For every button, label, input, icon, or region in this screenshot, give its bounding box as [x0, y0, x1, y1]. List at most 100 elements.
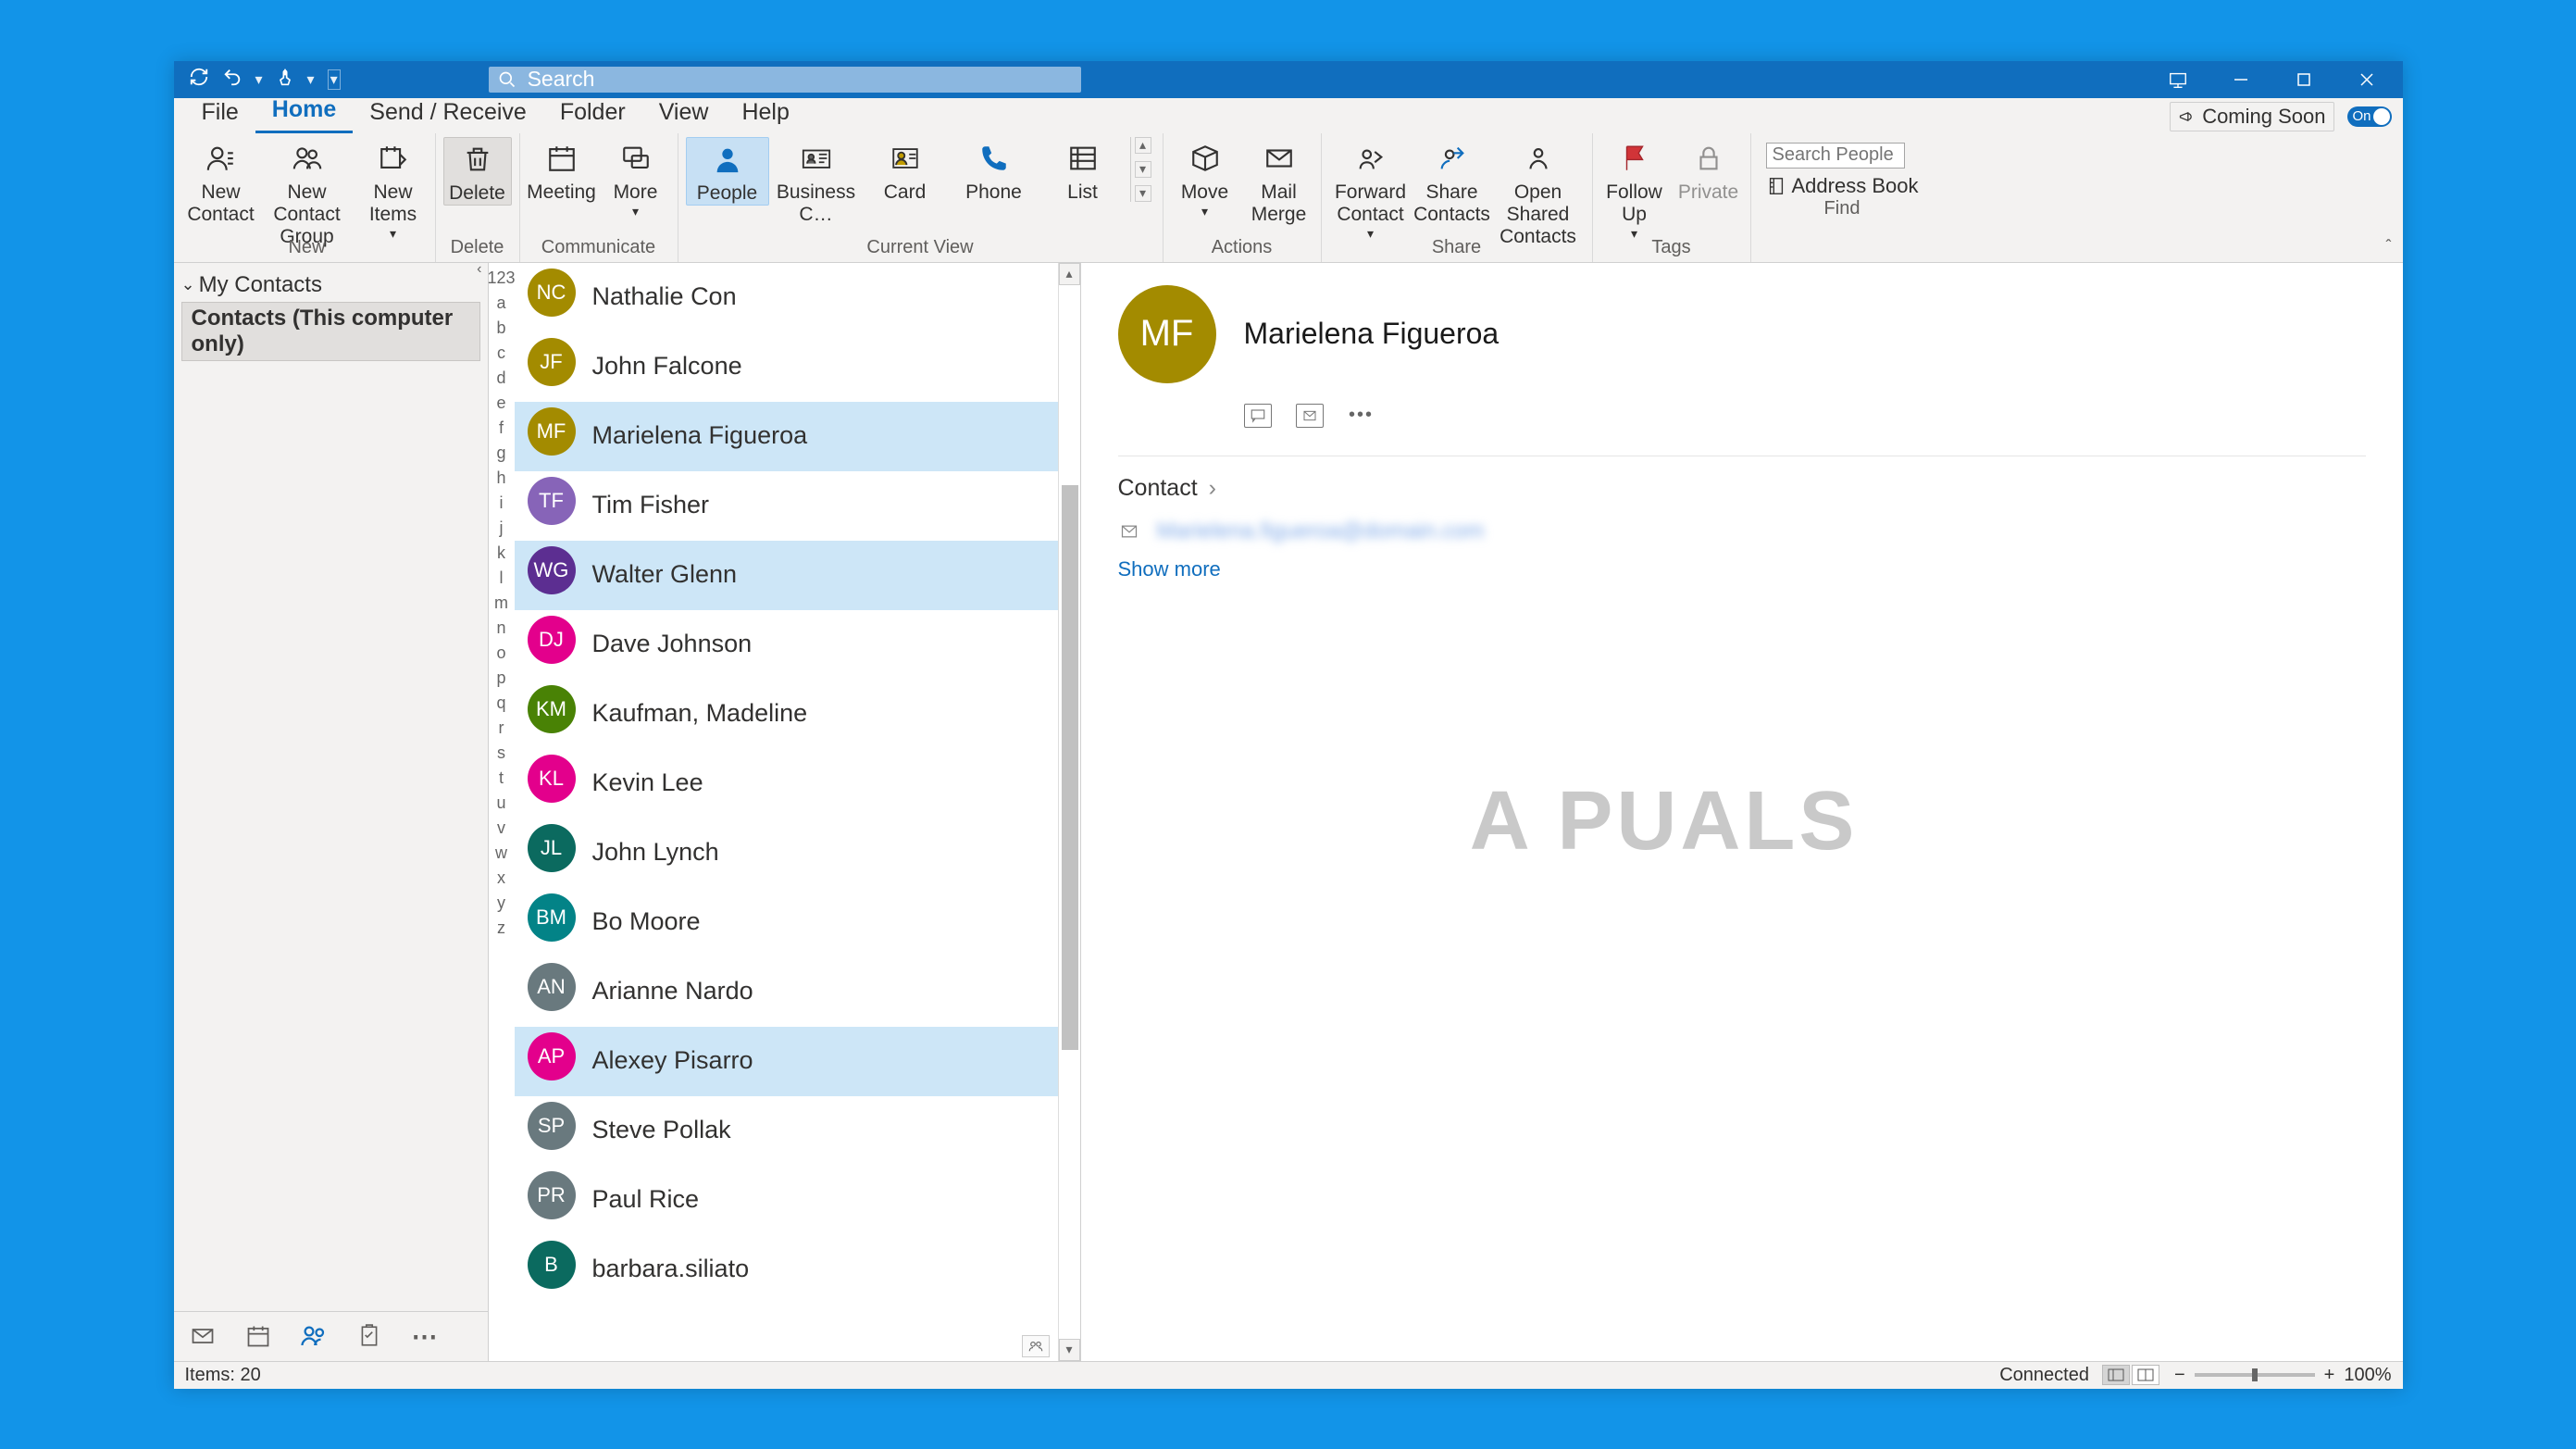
alpha-u[interactable]: u — [496, 793, 505, 813]
share-contacts-button[interactable]: Share Contacts — [1418, 137, 1487, 226]
contact-row[interactable]: MFMarielena Figueroa — [515, 402, 1058, 471]
undo-icon[interactable] — [222, 67, 243, 93]
show-more-link[interactable]: Show more — [1118, 557, 1221, 581]
tab-file[interactable]: File — [185, 94, 255, 133]
contact-section-header[interactable]: Contact › — [1118, 475, 2366, 502]
contact-row[interactable]: KLKevin Lee — [515, 749, 1058, 818]
alpha-123[interactable]: 123 — [487, 269, 515, 288]
alpha-z[interactable]: z — [497, 918, 505, 938]
nav-people-icon[interactable] — [300, 1322, 328, 1350]
view-people-button[interactable]: People — [686, 137, 769, 206]
alpha-r[interactable]: r — [499, 718, 504, 738]
contact-row[interactable]: TFTim Fisher — [515, 471, 1058, 541]
contact-row[interactable]: APAlexey Pisarro — [515, 1027, 1058, 1096]
alpha-k[interactable]: k — [497, 543, 505, 563]
open-shared-contacts-button[interactable]: Open Shared Contacts — [1492, 137, 1585, 248]
contact-row[interactable]: JLJohn Lynch — [515, 818, 1058, 888]
contact-row[interactable]: Bbarbara.siliato — [515, 1235, 1058, 1305]
maximize-button[interactable] — [2283, 65, 2325, 94]
alpha-a[interactable]: a — [496, 294, 505, 313]
more-communicate-button[interactable]: More▾ — [602, 137, 670, 219]
contact-row[interactable]: PRPaul Rice — [515, 1166, 1058, 1235]
alpha-l[interactable]: l — [500, 568, 504, 588]
email-action-icon[interactable] — [1296, 404, 1324, 428]
alpha-q[interactable]: q — [496, 693, 505, 713]
scroll-up-icon[interactable]: ▴ — [1059, 263, 1080, 285]
alpha-n[interactable]: n — [496, 618, 505, 638]
alpha-index[interactable]: 123abcdefghijklmnopqrstuvwxyz — [489, 263, 515, 1361]
alpha-i[interactable]: i — [500, 493, 504, 513]
nav-calendar-icon[interactable] — [244, 1322, 272, 1350]
alpha-m[interactable]: m — [494, 593, 508, 613]
zoom-slider[interactable] — [2195, 1373, 2315, 1377]
qat-customize-icon[interactable]: ▾ — [328, 69, 341, 90]
private-button[interactable]: Private — [1674, 137, 1743, 204]
nav-root-my-contacts[interactable]: ⌄ My Contacts — [181, 272, 480, 298]
zoom-in-icon[interactable]: + — [2324, 1365, 2335, 1386]
alpha-b[interactable]: b — [496, 319, 505, 338]
contact-row[interactable]: SPSteve Pollak — [515, 1096, 1058, 1166]
view-card-button[interactable]: Card — [864, 137, 947, 204]
nav-folder-contacts[interactable]: Contacts (This computer only) — [181, 302, 480, 361]
coming-soon-toggle[interactable]: On — [2347, 106, 2392, 127]
follow-up-button[interactable]: Follow Up▾ — [1600, 137, 1669, 241]
alpha-p[interactable]: p — [496, 668, 505, 688]
view-phone-button[interactable]: Phone — [952, 137, 1036, 204]
touch-icon[interactable] — [276, 67, 294, 92]
alpha-v[interactable]: v — [497, 818, 505, 838]
contact-row[interactable]: WGWalter Glenn — [515, 541, 1058, 610]
contact-row[interactable]: KMKaufman, Madeline — [515, 680, 1058, 749]
forward-contact-button[interactable]: Forward Contact▾ — [1329, 137, 1412, 241]
close-button[interactable] — [2346, 65, 2388, 94]
address-book-button[interactable]: Address Book — [1766, 174, 1919, 198]
new-contact-group-button[interactable]: New Contact Group — [261, 137, 354, 248]
alpha-h[interactable]: h — [496, 468, 505, 488]
alpha-w[interactable]: w — [495, 843, 507, 863]
alpha-t[interactable]: t — [499, 768, 504, 788]
scroll-thumb[interactable] — [1062, 485, 1078, 1050]
contact-email[interactable]: Marielena.figueroa@domain.com — [1157, 518, 1485, 544]
alpha-c[interactable]: c — [497, 344, 505, 363]
minimize-button[interactable] — [2220, 65, 2262, 94]
view-list-button[interactable]: List — [1041, 137, 1125, 204]
search-input[interactable] — [528, 67, 1072, 92]
nav-mail-icon[interactable] — [189, 1322, 217, 1350]
contact-row[interactable]: NCNathalie Con — [515, 263, 1058, 332]
tab-view[interactable]: View — [642, 94, 726, 133]
alpha-g[interactable]: g — [496, 443, 505, 463]
view-normal-icon[interactable] — [2102, 1365, 2130, 1385]
more-actions-icon[interactable]: ••• — [1348, 404, 1375, 428]
new-items-button[interactable]: New Items▾ — [359, 137, 428, 241]
tab-folder[interactable]: Folder — [543, 94, 642, 133]
alpha-e[interactable]: e — [496, 393, 505, 413]
alpha-d[interactable]: d — [496, 368, 505, 388]
ribbon-collapse-icon[interactable]: ˆ — [2386, 237, 2392, 256]
nav-tasks-icon[interactable] — [355, 1322, 383, 1350]
coming-soon-button[interactable]: Coming Soon — [2170, 102, 2333, 131]
alpha-x[interactable]: x — [497, 868, 505, 888]
scroll-down-icon[interactable]: ▾ — [1059, 1339, 1080, 1361]
linked-contacts-icon[interactable] — [1022, 1335, 1050, 1357]
display-options-icon[interactable] — [2157, 65, 2199, 94]
delete-button[interactable]: Delete — [443, 137, 512, 206]
zoom-out-icon[interactable]: − — [2174, 1365, 2185, 1386]
alpha-j[interactable]: j — [500, 518, 504, 538]
sync-icon[interactable] — [189, 67, 209, 93]
mail-merge-button[interactable]: Mail Merge — [1245, 137, 1313, 226]
global-search[interactable] — [489, 67, 1081, 93]
view-business-card-button[interactable]: Business C… — [775, 137, 858, 226]
undo-dropdown-icon[interactable]: ▾ — [255, 70, 263, 89]
contact-row[interactable]: BMBo Moore — [515, 888, 1058, 957]
move-button[interactable]: Move▾ — [1171, 137, 1239, 219]
tab-help[interactable]: Help — [725, 94, 805, 133]
alpha-o[interactable]: o — [496, 643, 505, 663]
contact-row[interactable]: JFJohn Falcone — [515, 332, 1058, 402]
contact-row[interactable]: DJDave Johnson — [515, 610, 1058, 680]
tab-home[interactable]: Home — [255, 91, 353, 133]
alpha-f[interactable]: f — [499, 418, 504, 438]
nav-collapse-icon[interactable]: ‹ — [477, 261, 481, 278]
view-reading-icon[interactable] — [2132, 1365, 2159, 1385]
nav-more-icon[interactable]: ⋯ — [411, 1322, 439, 1350]
view-gallery-scroll[interactable]: ▴▾▾ — [1130, 137, 1151, 202]
contact-row[interactable]: ANArianne Nardo — [515, 957, 1058, 1027]
